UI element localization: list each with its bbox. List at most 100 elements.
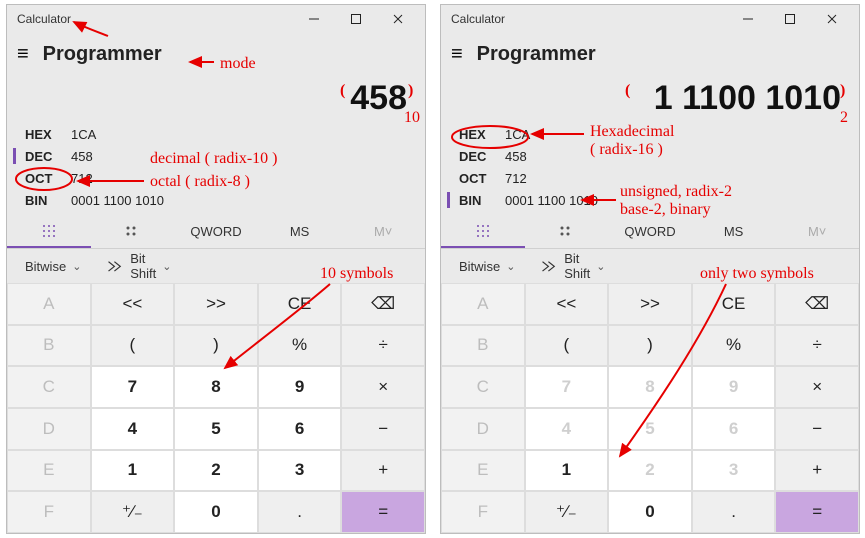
key-5[interactable]: 5: [608, 408, 692, 450]
key-clear-entry[interactable]: CE: [258, 283, 342, 325]
close-button[interactable]: [811, 5, 853, 33]
key-c[interactable]: C: [7, 366, 91, 408]
key-clear-entry[interactable]: CE: [692, 283, 776, 325]
bit-operations-row: Bitwise⌄ Bit Shift⌄: [7, 249, 425, 283]
word-size-button[interactable]: QWORD: [608, 215, 692, 248]
key-9[interactable]: 9: [692, 366, 776, 408]
window-title: Calculator: [17, 12, 71, 26]
key-7[interactable]: 7: [525, 366, 609, 408]
key-decimal[interactable]: .: [692, 491, 776, 533]
key-5[interactable]: 5: [174, 408, 258, 450]
titlebar: Calculator: [7, 5, 425, 33]
key-equals[interactable]: =: [341, 491, 425, 533]
keypad-toggle-button[interactable]: [441, 215, 525, 248]
key-1[interactable]: 1: [525, 450, 609, 492]
key-9[interactable]: 9: [258, 366, 342, 408]
radix-bin[interactable]: BIN0001 1100 1010: [17, 189, 415, 211]
key-equals[interactable]: =: [775, 491, 859, 533]
key-6[interactable]: 6: [692, 408, 776, 450]
key-add[interactable]: +: [341, 450, 425, 492]
key-multiply[interactable]: ×: [341, 366, 425, 408]
bitshift-dropdown[interactable]: Bit Shift⌄: [539, 251, 605, 281]
key-backspace[interactable]: ⌫: [341, 283, 425, 325]
bitwise-dropdown[interactable]: Bitwise⌄: [453, 259, 515, 274]
key-2[interactable]: 2: [608, 450, 692, 492]
key-multiply[interactable]: ×: [775, 366, 859, 408]
key-c[interactable]: C: [441, 366, 525, 408]
memory-menu-button[interactable]: M˅: [341, 215, 425, 248]
key-a[interactable]: A: [441, 283, 525, 325]
key-rparen[interactable]: ): [174, 325, 258, 367]
key-subtract[interactable]: −: [775, 408, 859, 450]
key-8[interactable]: 8: [608, 366, 692, 408]
key-percent[interactable]: %: [692, 325, 776, 367]
radix-list: HEX1CA DEC458 OCT712 BIN0001 1100 1010: [441, 121, 859, 215]
key-2[interactable]: 2: [174, 450, 258, 492]
window-title: Calculator: [451, 12, 505, 26]
key-3[interactable]: 3: [692, 450, 776, 492]
calculator-window-bin: Calculator ≡ Programmer 1 1100 1010 HEX1…: [440, 4, 860, 534]
key-0[interactable]: 0: [174, 491, 258, 533]
radix-hex[interactable]: HEX1CA: [451, 123, 849, 145]
key-4[interactable]: 4: [91, 408, 175, 450]
key-3[interactable]: 3: [258, 450, 342, 492]
radix-oct[interactable]: OCT712: [451, 167, 849, 189]
key-f[interactable]: F: [7, 491, 91, 533]
word-size-button[interactable]: QWORD: [174, 215, 258, 248]
key-e[interactable]: E: [441, 450, 525, 492]
radix-oct[interactable]: OCT712: [17, 167, 415, 189]
key-6[interactable]: 6: [258, 408, 342, 450]
bitwise-dropdown[interactable]: Bitwise⌄: [19, 259, 81, 274]
mode-title: Programmer: [477, 43, 596, 66]
key-subtract[interactable]: −: [341, 408, 425, 450]
maximize-button[interactable]: [335, 5, 377, 33]
menu-icon[interactable]: ≡: [17, 43, 29, 66]
key-sign[interactable]: ⁺∕₋: [525, 491, 609, 533]
minimize-button[interactable]: [293, 5, 335, 33]
keypad: A << >> CE ⌫ B ( ) % ÷ C 7 8 9 × D 4 5 6…: [7, 283, 425, 533]
radix-dec[interactable]: DEC458: [451, 145, 849, 167]
minimize-button[interactable]: [727, 5, 769, 33]
keypad-toggle-button[interactable]: [7, 215, 91, 248]
key-decimal[interactable]: .: [258, 491, 342, 533]
key-f[interactable]: F: [441, 491, 525, 533]
memory-menu-button[interactable]: M˅: [775, 215, 859, 248]
key-divide[interactable]: ÷: [775, 325, 859, 367]
result-display: 458: [7, 75, 425, 121]
key-lparen[interactable]: (: [525, 325, 609, 367]
key-8[interactable]: 8: [174, 366, 258, 408]
key-7[interactable]: 7: [91, 366, 175, 408]
maximize-button[interactable]: [769, 5, 811, 33]
radix-dec[interactable]: DEC458: [17, 145, 415, 167]
key-d[interactable]: D: [7, 408, 91, 450]
key-rshift[interactable]: >>: [608, 283, 692, 325]
key-0[interactable]: 0: [608, 491, 692, 533]
key-percent[interactable]: %: [258, 325, 342, 367]
key-4[interactable]: 4: [525, 408, 609, 450]
radix-bin[interactable]: BIN0001 1100 1010: [451, 189, 849, 211]
key-lshift[interactable]: <<: [525, 283, 609, 325]
key-lshift[interactable]: <<: [91, 283, 175, 325]
menu-icon[interactable]: ≡: [451, 43, 463, 66]
key-d[interactable]: D: [441, 408, 525, 450]
key-add[interactable]: +: [775, 450, 859, 492]
key-sign[interactable]: ⁺∕₋: [91, 491, 175, 533]
key-b[interactable]: B: [7, 325, 91, 367]
memory-store-button[interactable]: MS: [258, 215, 342, 248]
bit-toggle-button[interactable]: [525, 215, 609, 248]
key-divide[interactable]: ÷: [341, 325, 425, 367]
memory-store-button[interactable]: MS: [692, 215, 776, 248]
key-backspace[interactable]: ⌫: [775, 283, 859, 325]
key-a[interactable]: A: [7, 283, 91, 325]
close-button[interactable]: [377, 5, 419, 33]
tool-row: QWORD MS M˅: [7, 215, 425, 249]
bit-toggle-button[interactable]: [91, 215, 175, 248]
radix-hex[interactable]: HEX1CA: [17, 123, 415, 145]
key-rshift[interactable]: >>: [174, 283, 258, 325]
key-e[interactable]: E: [7, 450, 91, 492]
key-rparen[interactable]: ): [608, 325, 692, 367]
key-lparen[interactable]: (: [91, 325, 175, 367]
key-1[interactable]: 1: [91, 450, 175, 492]
key-b[interactable]: B: [441, 325, 525, 367]
bitshift-dropdown[interactable]: Bit Shift⌄: [105, 251, 171, 281]
